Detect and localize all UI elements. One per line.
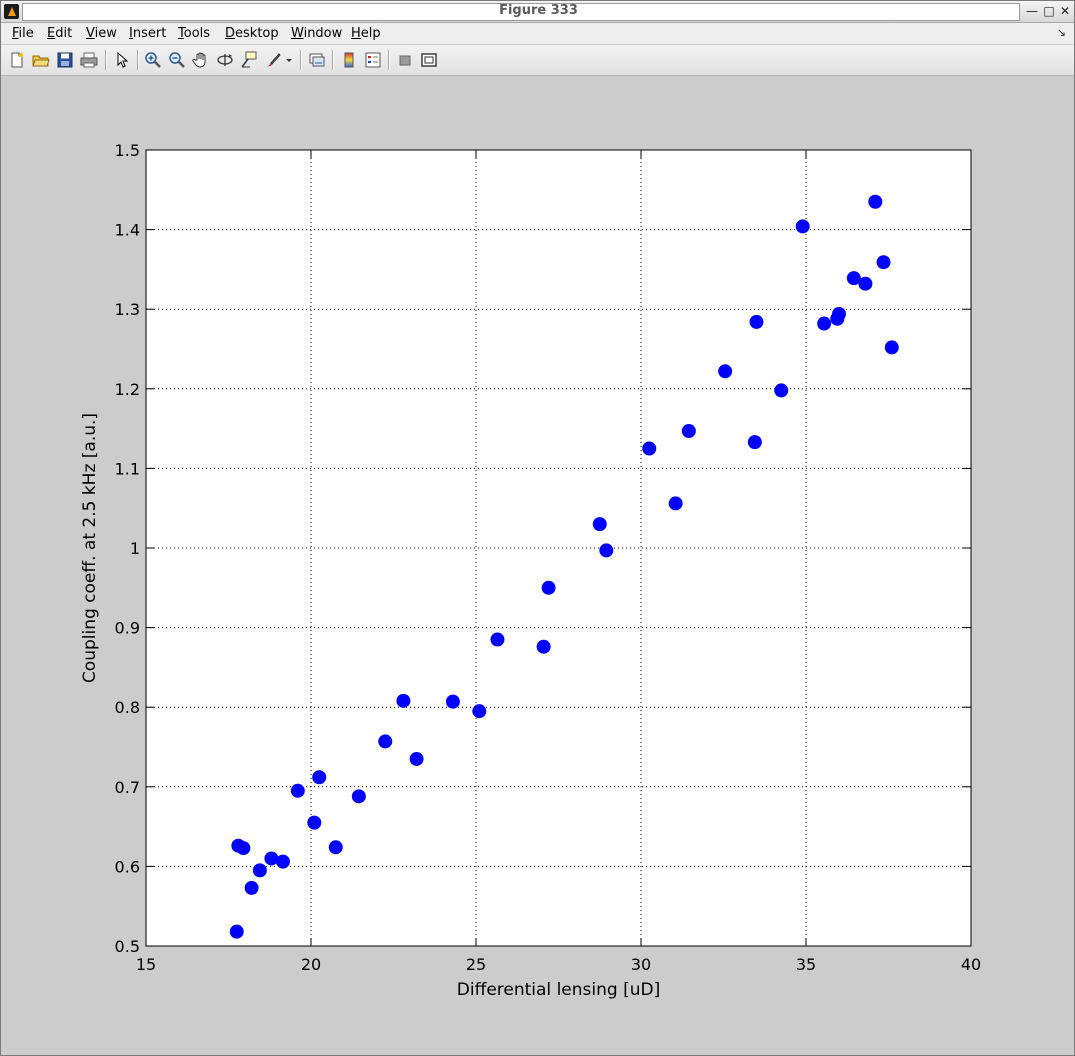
link-plot-icon[interactable] bbox=[308, 51, 326, 69]
show-plot-tools-icon[interactable] bbox=[420, 51, 438, 69]
figure-toolbar bbox=[1, 45, 1074, 76]
data-point bbox=[642, 441, 657, 456]
data-point bbox=[599, 543, 614, 558]
figure-canvas[interactable]: 15 20 25 30 35 40 0.5 0.6 0.7 0.8 0.9 1 1.1 1.2 1.3 1.4… bbox=[6, 79, 1070, 1051]
menu-bar: File Edit View Insert Tools Desktop Wind… bbox=[1, 23, 1074, 44]
brush-dropdown-icon[interactable] bbox=[284, 51, 294, 69]
y-tick-label: 0.6 bbox=[115, 857, 140, 876]
legend-icon[interactable] bbox=[364, 51, 382, 69]
save-icon[interactable] bbox=[56, 51, 74, 69]
y-tick-label: 0.8 bbox=[115, 698, 140, 717]
x-tick-label: 20 bbox=[301, 955, 321, 974]
brush-icon[interactable] bbox=[264, 51, 282, 69]
figure-window: Figure 333 — □ ✕ File Edit View Insert T… bbox=[0, 0, 1075, 1056]
edit-plot-icon[interactable] bbox=[113, 51, 131, 69]
menu-tools[interactable]: Tools bbox=[178, 26, 210, 41]
open-file-icon[interactable] bbox=[32, 51, 50, 69]
x-axis-label: Differential lensing [uD] bbox=[457, 980, 660, 1000]
y-tick-label: 1.4 bbox=[115, 221, 140, 240]
menu-desktop[interactable]: Desktop bbox=[225, 26, 279, 41]
y-tick-label: 0.7 bbox=[115, 778, 140, 797]
zoom-out-icon[interactable] bbox=[168, 51, 186, 69]
minimize-button[interactable]: — bbox=[1024, 4, 1040, 19]
y-tick-label: 0.9 bbox=[115, 619, 140, 638]
x-tick-label: 35 bbox=[796, 955, 816, 974]
data-point bbox=[718, 364, 733, 379]
y-axis-label: Coupling coeff. at 2.5 kHz [a.u.] bbox=[80, 413, 100, 683]
data-point bbox=[868, 194, 883, 209]
hide-plot-tools-icon[interactable] bbox=[396, 51, 414, 69]
menu-edit[interactable]: Edit bbox=[47, 26, 72, 41]
print-icon[interactable] bbox=[80, 51, 98, 69]
data-point bbox=[536, 639, 551, 654]
toolbar-separator bbox=[137, 50, 139, 70]
data-point bbox=[681, 423, 696, 438]
colorbar-icon[interactable] bbox=[340, 51, 358, 69]
data-point bbox=[832, 306, 846, 321]
toolbar-separator bbox=[300, 50, 302, 70]
data-point bbox=[774, 383, 789, 398]
title-bar[interactable]: Figure 333 — □ ✕ bbox=[1, 1, 1074, 23]
toolbar-separator bbox=[105, 50, 107, 70]
y-tick-label: 1.1 bbox=[115, 459, 140, 478]
data-point bbox=[472, 704, 487, 719]
zoom-in-icon[interactable] bbox=[144, 51, 162, 69]
data-point bbox=[307, 815, 322, 830]
data-point bbox=[328, 840, 343, 855]
y-tick-label: 1.5 bbox=[115, 141, 140, 160]
y-tick-label: 1.2 bbox=[115, 380, 140, 399]
data-point bbox=[378, 734, 393, 749]
data-point bbox=[409, 751, 424, 766]
data-point bbox=[396, 693, 411, 708]
close-button[interactable]: ✕ bbox=[1057, 4, 1073, 19]
data-point bbox=[884, 340, 899, 355]
data-point bbox=[490, 632, 505, 647]
data-point bbox=[445, 694, 460, 709]
x-tick-label: 15 bbox=[136, 955, 156, 974]
data-point bbox=[749, 314, 764, 329]
menu-insert[interactable]: Insert bbox=[129, 26, 166, 41]
dock-arrow-icon[interactable]: ↘ bbox=[1057, 26, 1066, 39]
pan-icon[interactable] bbox=[192, 51, 210, 69]
scatter-plot[interactable]: 15 20 25 30 35 40 0.5 0.6 0.7 0.8 0.9 1 1.1 1.2 1.3 1.4… bbox=[6, 79, 1070, 1051]
menu-file[interactable]: File bbox=[12, 26, 34, 41]
data-point bbox=[290, 783, 305, 798]
data-point bbox=[351, 789, 366, 804]
toolbar-separator bbox=[332, 50, 334, 70]
data-point bbox=[817, 316, 832, 331]
new-figure-icon[interactable] bbox=[8, 51, 26, 69]
data-point bbox=[858, 276, 873, 291]
y-tick-label: 0.5 bbox=[115, 937, 140, 956]
toolbar-separator bbox=[388, 50, 390, 70]
data-point bbox=[275, 854, 290, 869]
x-tick-label: 40 bbox=[961, 955, 981, 974]
data-cursor-icon[interactable] bbox=[240, 51, 258, 69]
y-tick-label: 1.3 bbox=[115, 300, 140, 319]
rotate-3d-icon[interactable] bbox=[216, 51, 234, 69]
data-point bbox=[244, 880, 259, 895]
maximize-button[interactable]: □ bbox=[1041, 4, 1057, 19]
menu-help[interactable]: Help bbox=[351, 26, 381, 41]
data-point bbox=[795, 219, 810, 234]
data-point bbox=[592, 517, 607, 532]
data-point bbox=[312, 770, 327, 785]
data-point bbox=[229, 924, 244, 939]
data-point bbox=[236, 841, 251, 856]
menu-view[interactable]: View bbox=[86, 26, 117, 41]
x-tick-label: 30 bbox=[631, 955, 651, 974]
data-point bbox=[252, 863, 267, 878]
data-point bbox=[747, 435, 762, 450]
window-title: Figure 333 bbox=[499, 3, 578, 18]
y-tick-label: 1 bbox=[130, 539, 140, 558]
menu-window[interactable]: Window bbox=[291, 26, 342, 41]
data-point bbox=[668, 496, 683, 511]
data-point bbox=[541, 580, 556, 595]
x-tick-label: 25 bbox=[466, 955, 486, 974]
data-point bbox=[876, 255, 891, 270]
